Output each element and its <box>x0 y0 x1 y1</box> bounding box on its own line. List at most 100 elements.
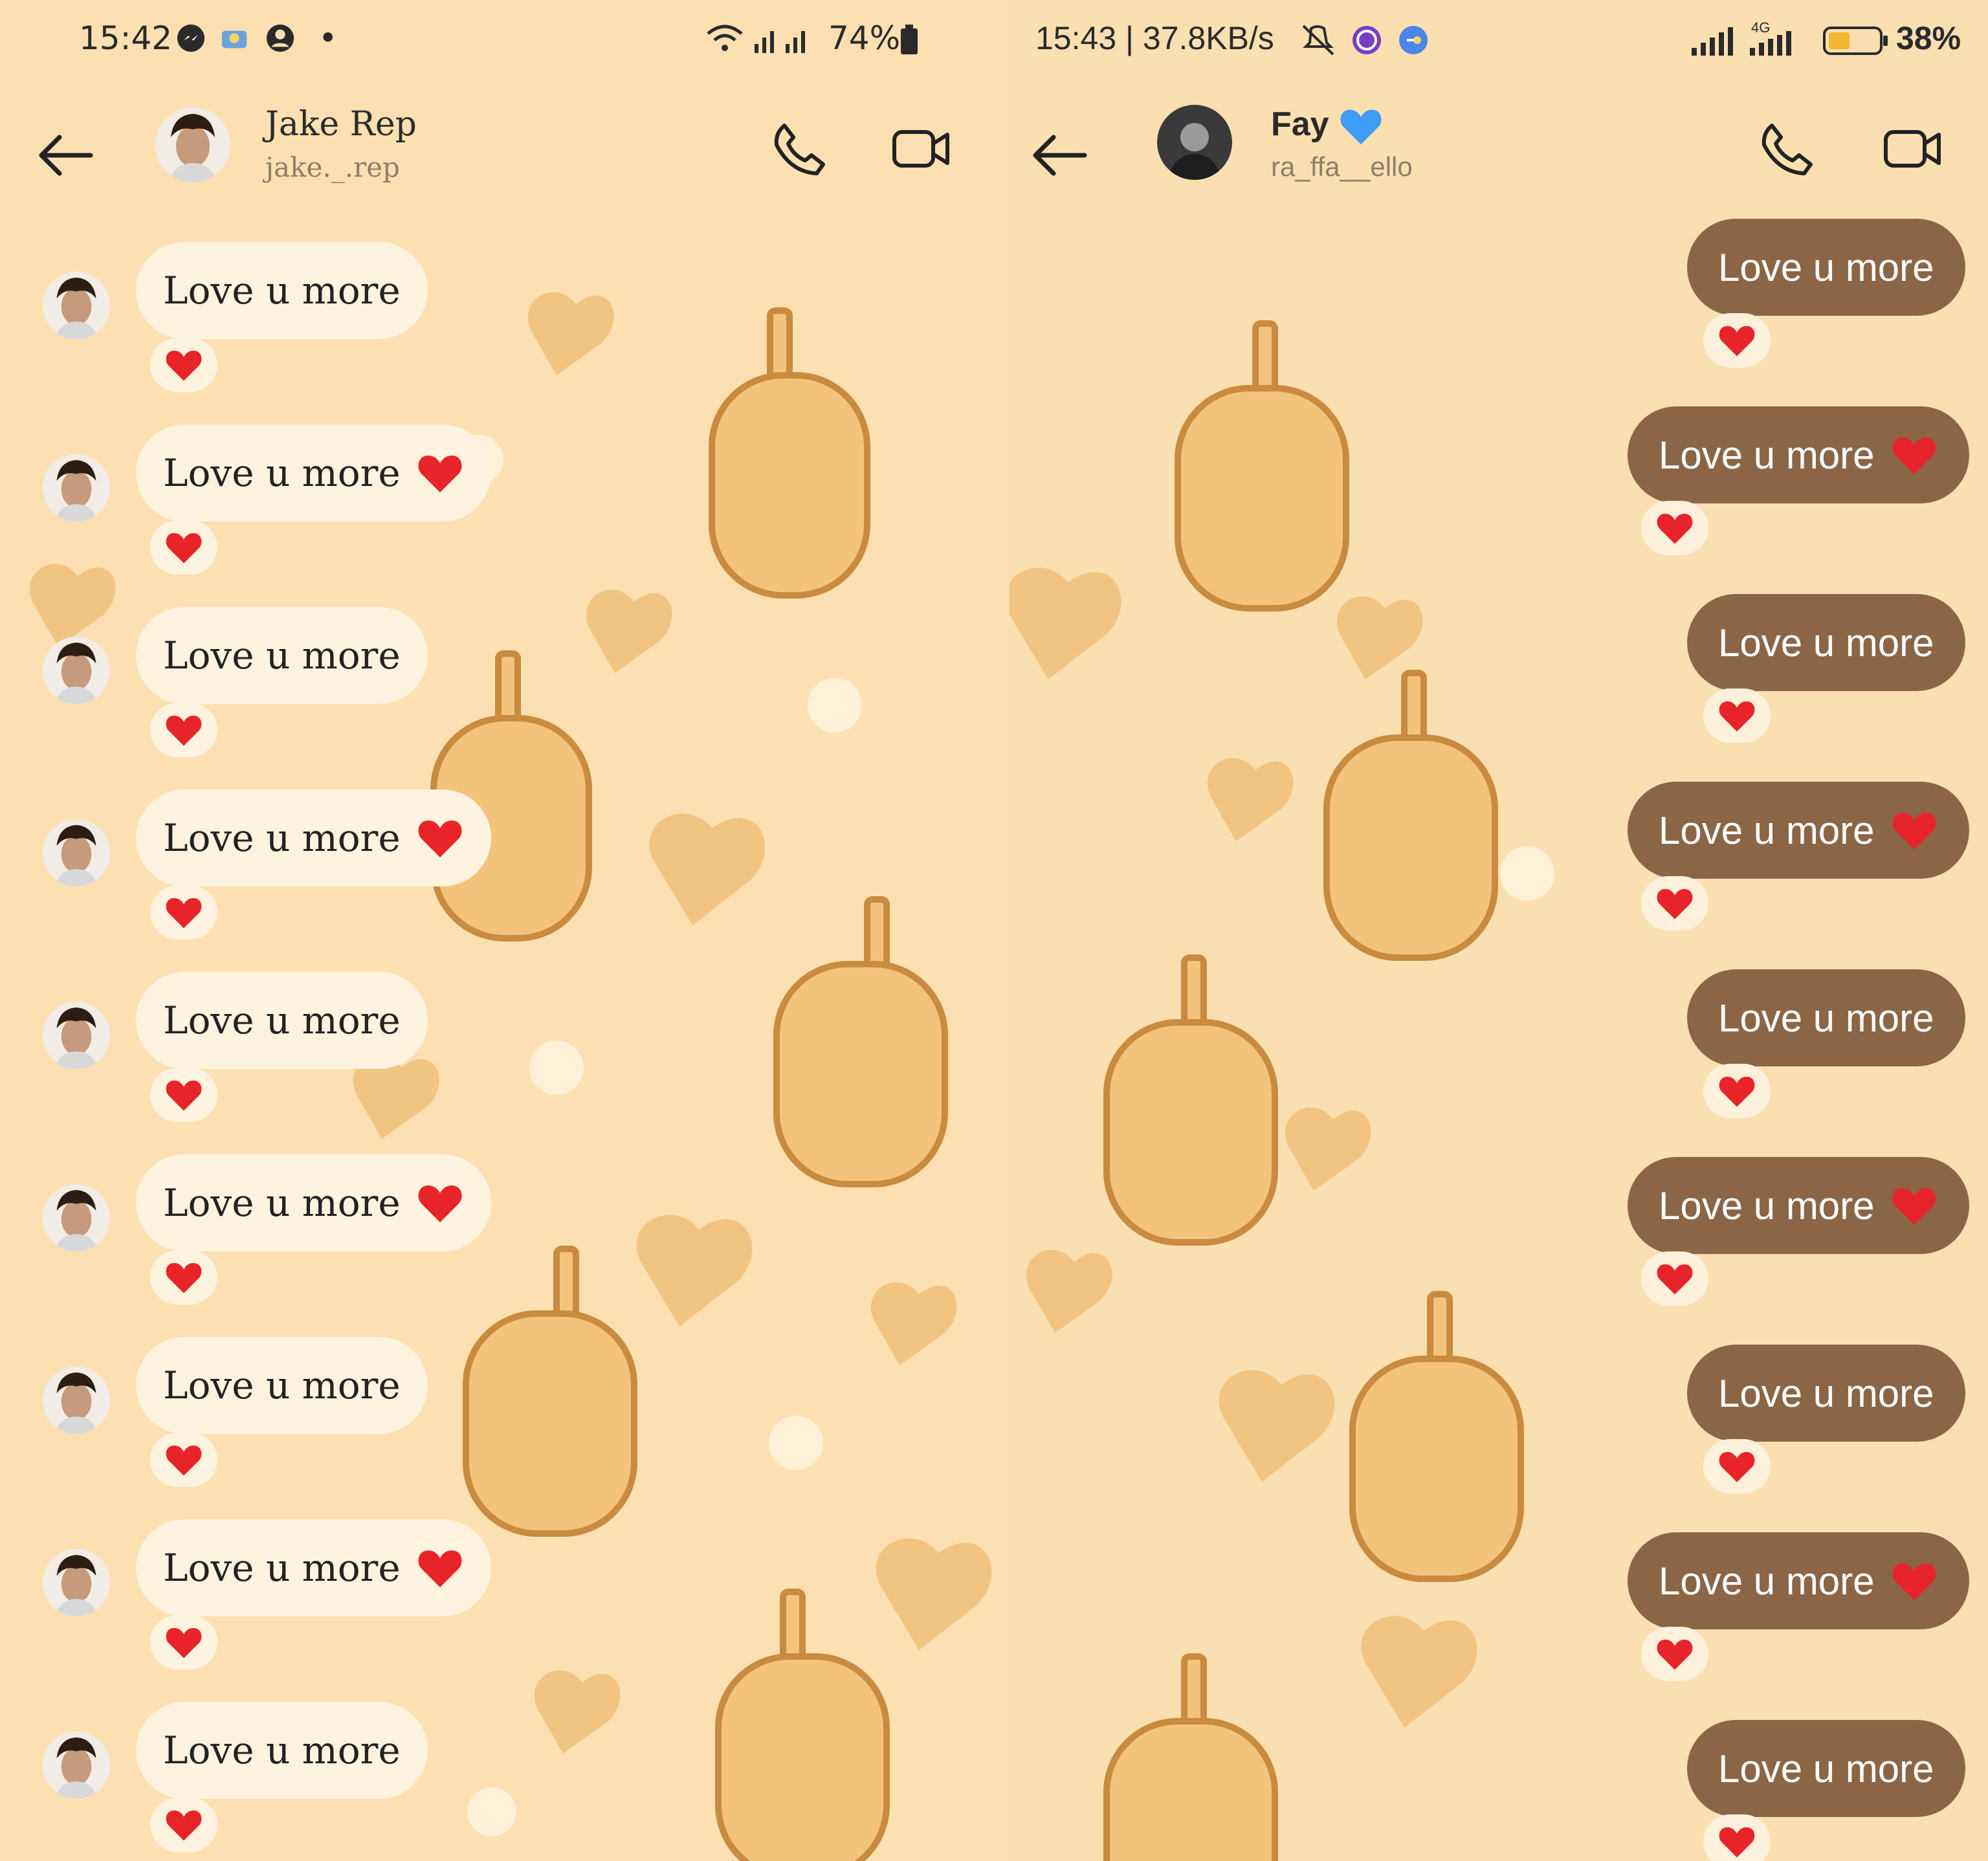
boba-character-shape <box>773 896 948 1187</box>
contact-avatar[interactable] <box>155 107 230 182</box>
boba-character-shape <box>709 307 870 599</box>
bg-heart-shape <box>30 564 116 647</box>
message-reaction[interactable]: ❤ <box>1641 501 1708 555</box>
phone-icon[interactable] <box>766 116 831 181</box>
back-arrow-icon[interactable] <box>1028 123 1092 188</box>
message-reaction[interactable]: ❤ <box>150 520 217 575</box>
red-heart-icon <box>418 456 462 492</box>
message-bubble[interactable]: Love u more <box>136 972 428 1069</box>
message-bubble[interactable]: Love u more <box>1687 594 1965 691</box>
message-reaction[interactable]: ❤ <box>150 885 217 940</box>
message-text: Love u more <box>163 1728 401 1772</box>
message-text: Love u more <box>1718 245 1934 289</box>
boba-character-shape <box>715 1589 890 1861</box>
message-reaction[interactable]: ❤ <box>150 1615 217 1669</box>
message-bubble[interactable]: Love u more <box>136 1337 428 1434</box>
avatar-image <box>43 454 110 522</box>
avatar-image <box>43 819 110 886</box>
message-bubble[interactable]: Love u more <box>1628 782 1969 879</box>
message-reaction[interactable]: ❤ <box>150 1250 217 1305</box>
message-reaction[interactable]: ❤ <box>150 1068 217 1122</box>
message-bubble[interactable]: Love u more <box>1628 1532 1969 1629</box>
bg-heart-shape <box>535 1670 621 1754</box>
status-bar: 15:42 • 74% <box>0 0 1010 84</box>
message-bubble[interactable]: Love u more <box>1628 406 1969 503</box>
video-camera-icon[interactable] <box>1881 116 1945 181</box>
chat-header: Fay ra_ffa__ello <box>1010 91 1988 207</box>
sender-avatar[interactable] <box>43 1184 110 1251</box>
red-heart-icon <box>418 1550 462 1587</box>
red-heart-icon <box>1719 325 1755 357</box>
signal-4g-icon <box>1750 31 1791 56</box>
bg-star-shape <box>467 1787 516 1836</box>
red-heart-icon <box>1719 1827 1755 1858</box>
message-text: Love u more <box>163 816 401 860</box>
message-reaction[interactable]: ❤ <box>150 1433 217 1487</box>
red-heart-icon <box>166 533 202 564</box>
message-reaction[interactable]: ❤ <box>1641 876 1708 930</box>
bg-heart-shape <box>871 1282 957 1365</box>
message-reaction[interactable]: ❤ <box>1703 313 1771 368</box>
red-heart-icon <box>1657 513 1693 544</box>
boba-character-shape <box>1103 1653 1278 1861</box>
battery-icon <box>1823 27 1888 55</box>
contact-name[interactable]: Fay <box>1271 105 1329 144</box>
bg-star-shape <box>1500 846 1554 901</box>
chat-screen-left: 15:42 • 74% Jake Rep jake._.rep Love u m… <box>0 0 1010 1861</box>
red-heart-icon <box>166 1445 202 1476</box>
avatar-image <box>43 1732 110 1799</box>
sender-avatar[interactable] <box>43 454 110 522</box>
message-text: Love u more <box>163 998 401 1042</box>
sender-avatar[interactable] <box>43 272 110 339</box>
sender-avatar[interactable] <box>43 1732 110 1799</box>
boba-character-shape <box>1175 320 1349 611</box>
message-bubble[interactable]: Love u more <box>136 607 428 704</box>
message-reaction[interactable]: ❤ <box>1703 1064 1771 1118</box>
red-heart-icon <box>1892 813 1936 850</box>
phone-icon[interactable] <box>1754 116 1818 181</box>
message-reaction[interactable]: ❤ <box>1641 1251 1708 1306</box>
sender-avatar[interactable] <box>43 1002 110 1069</box>
avatar-image <box>43 1002 110 1069</box>
message-reaction[interactable]: ❤ <box>1703 1814 1771 1861</box>
message-bubble[interactable]: Love u more <box>1628 1157 1969 1254</box>
boba-character-shape <box>463 1246 637 1537</box>
bg-star-shape <box>769 1416 823 1470</box>
contact-avatar[interactable] <box>1157 105 1232 180</box>
sender-avatar[interactable] <box>43 637 110 704</box>
message-reaction[interactable]: ❤ <box>150 1798 217 1852</box>
message-bubble[interactable]: Love u more <box>136 789 491 886</box>
message-reaction[interactable]: ❤ <box>150 338 217 392</box>
message-bubble[interactable]: Love u more <box>136 1519 491 1616</box>
sender-avatar[interactable] <box>43 1549 110 1616</box>
sender-avatar[interactable] <box>43 1367 110 1434</box>
message-text: Love u more <box>163 269 401 313</box>
bg-heart-shape <box>649 813 766 925</box>
message-bubble[interactable]: Love u more <box>136 424 491 522</box>
message-reaction[interactable]: ❤ <box>1703 688 1771 743</box>
message-bubble[interactable]: Love u more <box>1687 1720 1965 1817</box>
bg-heart-shape <box>1208 758 1294 841</box>
message-text: Love u more <box>1659 808 1875 852</box>
video-camera-icon[interactable] <box>889 116 954 181</box>
message-bubble[interactable]: Love u more <box>136 1702 428 1799</box>
app-s-icon <box>1353 26 1381 54</box>
message-bubble[interactable]: Love u more <box>1687 1345 1965 1442</box>
message-text: Love u more <box>1718 996 1934 1040</box>
message-reaction[interactable]: ❤ <box>1641 1627 1708 1681</box>
message-bubble[interactable]: Love u more <box>136 242 428 339</box>
message-bubble[interactable]: Love u more <box>1687 969 1965 1066</box>
message-bubble[interactable]: Love u more <box>136 1154 491 1251</box>
message-reaction[interactable]: ❤ <box>150 703 217 757</box>
back-arrow-icon[interactable] <box>34 123 98 188</box>
bg-heart-shape <box>1285 1107 1371 1191</box>
status-dot: • <box>318 19 338 57</box>
contact-name[interactable]: Jake Rep <box>265 105 417 144</box>
avatar-image <box>155 107 230 182</box>
red-heart-icon <box>166 715 202 746</box>
message-bubble[interactable]: Love u more <box>1687 219 1965 316</box>
message-text: Love u more <box>1659 1184 1875 1228</box>
sender-avatar[interactable] <box>43 819 110 886</box>
contact-handle: jake._.rep <box>265 151 400 183</box>
message-reaction[interactable]: ❤ <box>1703 1439 1771 1493</box>
